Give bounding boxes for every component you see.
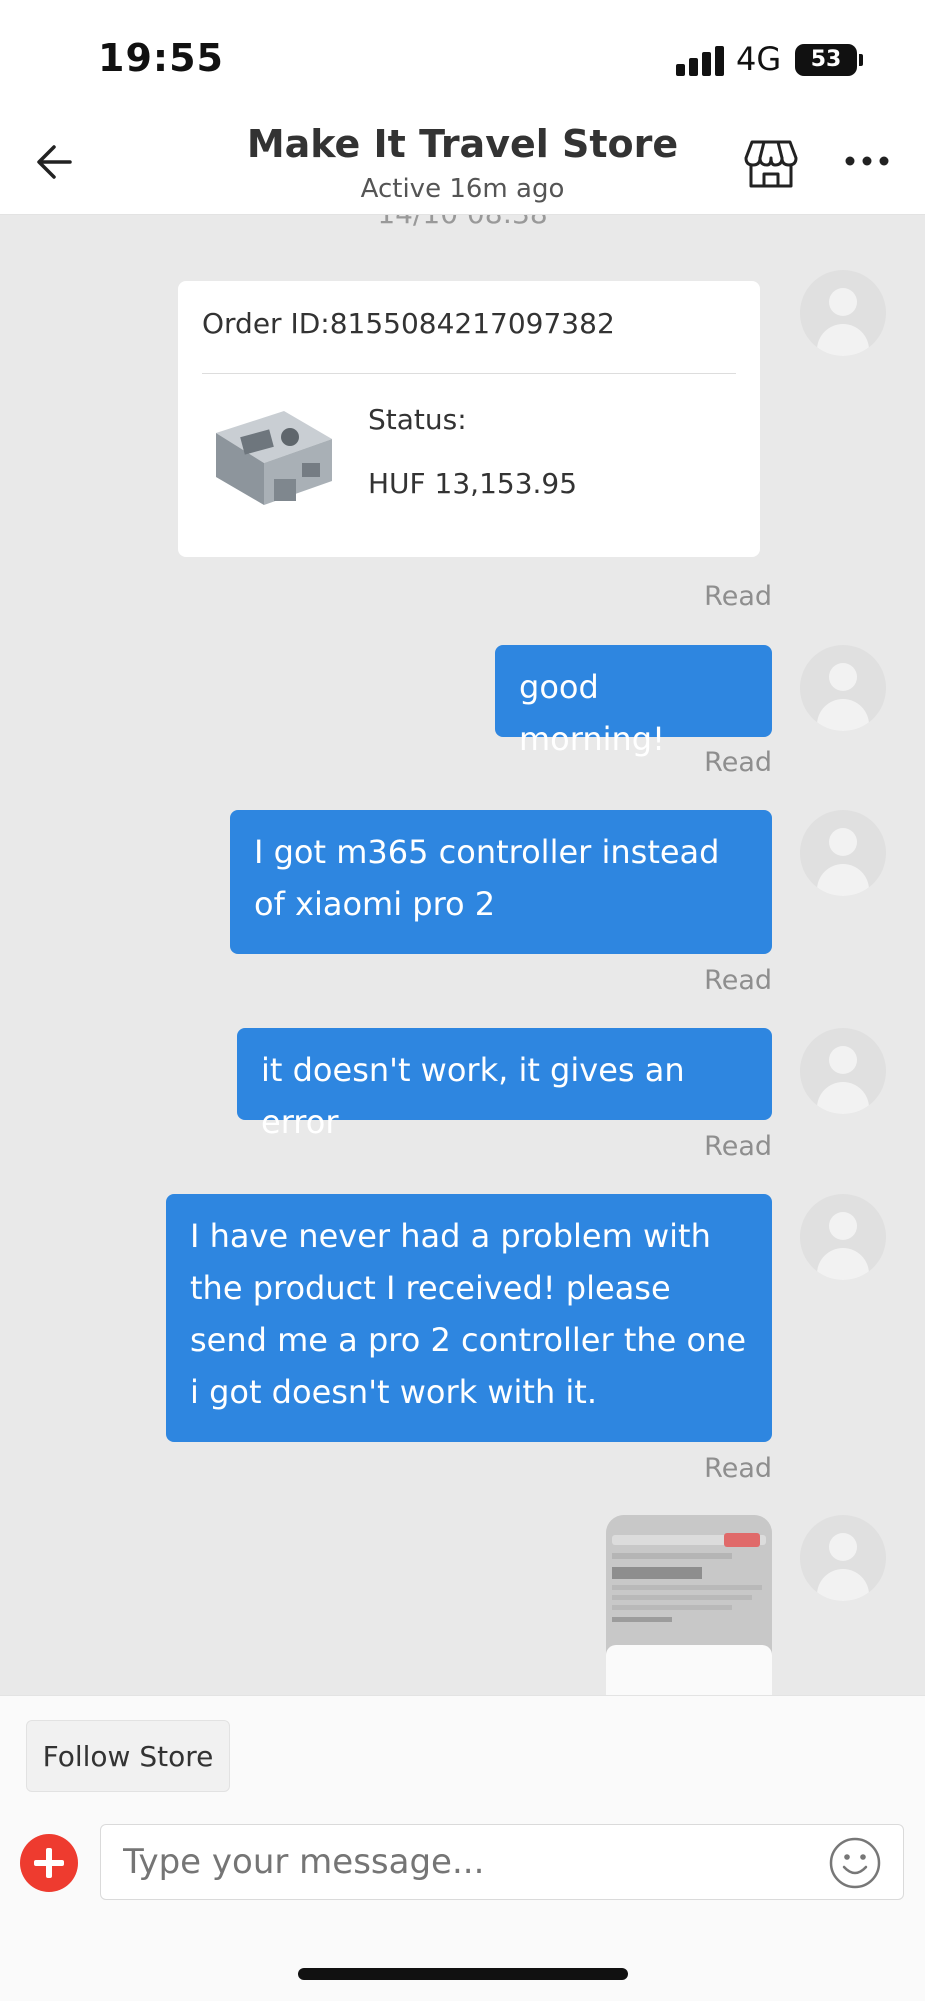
chat-header: Make It Travel Store Active 16m ago [0, 110, 925, 215]
follow-store-button[interactable]: Follow Store [26, 1720, 230, 1792]
home-indicator [298, 1968, 628, 1980]
image-message[interactable] [606, 1515, 772, 1695]
plus-icon[interactable] [20, 1834, 78, 1892]
product-thumbnail[interactable] [202, 393, 342, 533]
chat-thread[interactable]: 14/10 08:38 Order ID:8155084217097382 St… [0, 215, 925, 1695]
battery-tip [859, 54, 863, 66]
avatar [800, 1194, 886, 1280]
battery-icon: 53 [795, 44, 857, 76]
network-type: 4G [736, 40, 782, 78]
message-bubble[interactable]: I got m365 controller instead of xiaomi … [230, 810, 772, 954]
read-receipt: Read [704, 747, 772, 778]
message-bubble[interactable]: good morning! [495, 645, 772, 758]
order-status-label: Status: [368, 403, 467, 436]
message-bubble[interactable]: it doesn't work, it gives an error [237, 1028, 772, 1141]
read-receipt: Read [704, 965, 772, 996]
status-bar: 19:55 4G 53 [0, 0, 925, 110]
read-receipt: Read [704, 1453, 772, 1484]
avatar [800, 810, 886, 896]
message-bubble[interactable]: I have never had a problem with the prod… [166, 1194, 772, 1442]
composer: Follow Store [0, 1695, 925, 2001]
read-receipt: Read [704, 1131, 772, 1162]
message-input[interactable] [100, 1824, 904, 1900]
signal-icon [676, 46, 724, 76]
order-card[interactable]: Order ID:8155084217097382 Status: HUF 13… [178, 281, 760, 557]
clock: 19:55 [98, 36, 224, 80]
divider [202, 373, 736, 374]
more-icon[interactable] [844, 150, 890, 172]
avatar [800, 645, 886, 731]
store-icon[interactable] [742, 134, 800, 192]
emoji-icon[interactable] [828, 1836, 882, 1890]
avatar [800, 270, 886, 356]
order-price: HUF 13,153.95 [368, 467, 578, 500]
timestamp: 14/10 08:38 [0, 215, 925, 230]
avatar [800, 1515, 886, 1601]
screenshot-preview [606, 1515, 772, 1665]
read-receipt: Read [704, 581, 772, 612]
order-id: Order ID:8155084217097382 [202, 307, 615, 340]
screenshot-sheet [606, 1645, 772, 1695]
avatar [800, 1028, 886, 1114]
